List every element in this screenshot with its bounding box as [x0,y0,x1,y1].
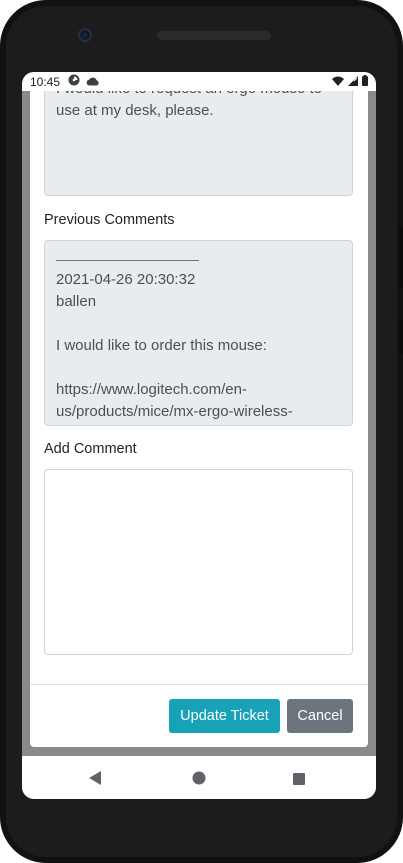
update-ticket-modal: I would like to request an ergo mouse to… [30,91,368,747]
comment-body: I would like to order this mouse: https:… [56,337,293,420]
home-icon[interactable] [192,771,206,790]
comment-author: ballen [56,293,97,310]
phone-frame: 10:45 I would like to requ [0,0,403,863]
update-ticket-button[interactable]: Update Ticket [169,699,280,733]
earpiece-speaker [157,31,271,40]
android-nav-bar [22,756,376,799]
comment-timestamp: 2021-04-26 20:30:32 [56,271,196,288]
volume-button [399,228,403,288]
notification-icon [68,74,80,89]
screen: 10:45 I would like to requ [22,72,376,799]
add-comment-label: Add Comment [44,441,137,457]
request-description-text: I would like to request an ergo mouse to… [56,91,322,119]
previous-comments-field[interactable]: 2021-04-26 20:30:32 ballen I would like … [44,240,353,426]
back-icon[interactable] [89,771,102,790]
battery-icon [362,74,368,89]
front-camera [78,28,92,42]
cell-signal-icon [348,75,358,89]
modal-footer-divider [30,684,368,685]
power-button [399,320,403,354]
status-time: 10:45 [30,74,61,89]
previous-comments-label: Previous Comments [44,212,175,228]
comment-separator [56,260,199,261]
cancel-button[interactable]: Cancel [287,699,353,733]
add-comment-textarea[interactable] [44,469,353,655]
status-bar: 10:45 [22,72,376,91]
cloud-icon [86,75,99,89]
wifi-icon [332,75,344,89]
recents-icon[interactable] [293,772,305,790]
request-description-field[interactable]: I would like to request an ergo mouse to… [44,91,353,196]
